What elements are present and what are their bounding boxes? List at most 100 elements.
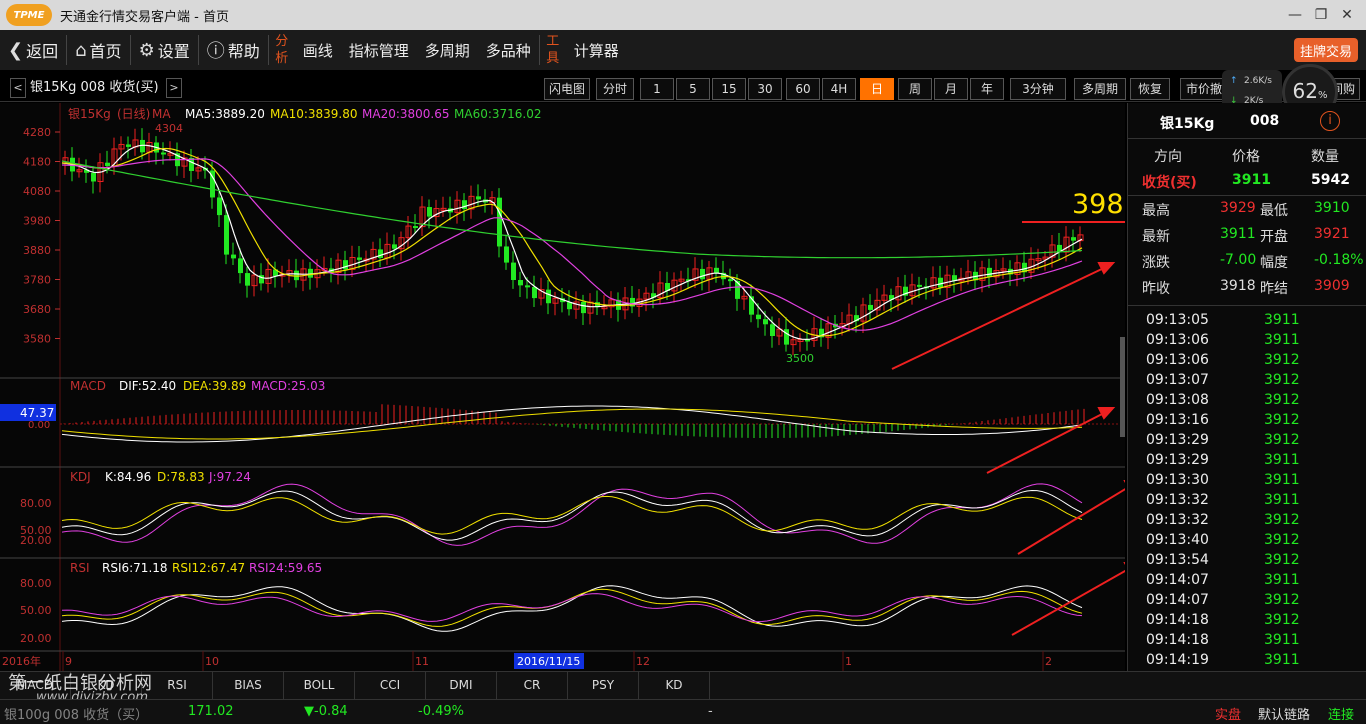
tick-time: 09:13:05 bbox=[1146, 312, 1209, 328]
kdj-j-line bbox=[61, 483, 1083, 546]
back-label: 返回 bbox=[26, 42, 59, 61]
rsi-legend-r6: RSI6:71.18 bbox=[102, 561, 168, 575]
close-icon[interactable]: ✕ bbox=[1336, 4, 1358, 26]
price-tick-label: 3980 bbox=[23, 215, 51, 228]
osc-tick-label: 20.00 bbox=[20, 534, 52, 547]
multi-product-button[interactable]: 多品种 bbox=[478, 30, 539, 70]
indicator-tab[interactable]: RSI bbox=[142, 672, 213, 699]
candle-body bbox=[511, 262, 516, 281]
chart-scroll-handle[interactable] bbox=[1120, 337, 1125, 437]
period-button[interactable]: 30 bbox=[748, 78, 782, 100]
osc-tick-label: 80.00 bbox=[20, 497, 52, 510]
rsi-legend-r12: RSI12:67.47 bbox=[172, 561, 245, 575]
tick-row: 09:14:19 3911 bbox=[1146, 652, 1366, 672]
price-tick-label: 3880 bbox=[23, 244, 51, 257]
tick-time: 09:13:08 bbox=[1146, 392, 1209, 408]
period-button[interactable]: 15 bbox=[712, 78, 746, 100]
period-button[interactable]: 周 bbox=[898, 78, 932, 100]
help-button[interactable]: ⓘ 帮助 bbox=[199, 30, 268, 70]
candle-body bbox=[392, 244, 397, 249]
home-icon: ⌂ bbox=[75, 39, 87, 61]
price-tick-label: 4180 bbox=[23, 156, 51, 169]
quote-symbol: 银15Kg bbox=[1160, 116, 1215, 132]
gauge-value: 62 bbox=[1292, 79, 1318, 103]
calculator-button[interactable]: 计算器 bbox=[566, 30, 627, 70]
restore-icon[interactable]: ❐ bbox=[1310, 4, 1332, 26]
tick-price: 3911 bbox=[1264, 632, 1300, 648]
candle-body bbox=[413, 226, 418, 229]
order-price: 3911 bbox=[1232, 172, 1271, 188]
candle-body bbox=[140, 139, 145, 153]
prev-symbol-button[interactable]: < bbox=[10, 78, 26, 98]
indicator-tab[interactable]: PSY bbox=[568, 672, 639, 699]
status-percent: -0.49% bbox=[418, 704, 464, 719]
candle-body bbox=[91, 172, 96, 182]
macd-legend-name: MACD bbox=[70, 379, 106, 393]
indicator-tab[interactable]: BOLL bbox=[284, 672, 355, 699]
candle-body bbox=[756, 314, 761, 320]
period-button[interactable]: 1 bbox=[640, 78, 674, 100]
tick-price: 3912 bbox=[1264, 612, 1300, 628]
indicator-tab[interactable]: KD bbox=[639, 672, 710, 699]
kline-chart-area[interactable]: 4280 4180 4080 3980 3880 3780 3680 3580 80.00 50… bbox=[0, 103, 1155, 671]
indicator-tab[interactable]: BIAS bbox=[213, 672, 284, 699]
period-button[interactable]: 月 bbox=[934, 78, 968, 100]
chart-period-bar: < 银15Kg 008 收货(买) > 闪电图 分时 1 5 15 30 60 4H 日周月年 3… bbox=[0, 74, 1366, 102]
quote-field: 涨跌 bbox=[1142, 255, 1170, 271]
indicator-tab[interactable]: CCI bbox=[355, 672, 426, 699]
candle-body bbox=[525, 285, 530, 288]
minimize-icon[interactable]: — bbox=[1284, 4, 1306, 26]
indicator-tab[interactable]: DMI bbox=[426, 672, 497, 699]
info-icon[interactable]: i bbox=[1320, 111, 1340, 131]
x-cursor-label: 2016/11/15 bbox=[517, 655, 580, 668]
price-tick-label: 3680 bbox=[23, 303, 51, 316]
period-button[interactable]: 日 bbox=[860, 78, 894, 100]
status-link[interactable]: 默认链路 bbox=[1258, 704, 1310, 723]
period-button[interactable]: 恢复 bbox=[1130, 78, 1170, 100]
tick-time: 09:14:18 bbox=[1146, 612, 1209, 628]
back-button[interactable]: ❮ 返回 bbox=[0, 30, 66, 70]
period-button[interactable]: 闪电图 bbox=[544, 78, 590, 100]
tick-time: 09:13:30 bbox=[1146, 472, 1209, 488]
legend-ma10: MA10:3839.80 bbox=[270, 107, 358, 121]
status-mode[interactable]: 实盘 bbox=[1215, 704, 1241, 723]
tick-row: 09:13:05 3911 bbox=[1146, 312, 1366, 332]
tick-row: 09:13:08 3912 bbox=[1146, 392, 1366, 412]
candle-body bbox=[357, 257, 362, 260]
macd-cursor-value: 47.37 bbox=[20, 406, 54, 420]
help-icon: ⓘ bbox=[206, 41, 225, 62]
macd-zero-label: 0.00 bbox=[28, 420, 50, 431]
period-button[interactable]: 3分钟 bbox=[1010, 78, 1066, 100]
quote-field: -0.18% bbox=[1314, 252, 1364, 268]
period-button[interactable]: 4H bbox=[822, 78, 856, 100]
kline-chart-svg[interactable]: 4280 4180 4080 3980 3880 3780 3680 3580 80.00 50… bbox=[0, 103, 1155, 671]
status-symbol: 银100g 008 收货（买） bbox=[4, 708, 149, 723]
period-button[interactable]: 市价撤 bbox=[1180, 78, 1228, 100]
listing-trade-button[interactable]: 挂牌交易 bbox=[1294, 38, 1358, 62]
home-button[interactable]: ⌂ 首页 bbox=[67, 30, 129, 70]
candle-body bbox=[581, 301, 586, 314]
tick-row: 09:14:07 3911 bbox=[1146, 572, 1366, 592]
multi-period-button[interactable]: 多周期 bbox=[417, 30, 478, 70]
red-arrowhead bbox=[1097, 407, 1116, 420]
legend-ma5: MA5:3889.20 bbox=[185, 107, 265, 121]
period-button[interactable]: 5 bbox=[676, 78, 710, 100]
app-logo: TPME bbox=[6, 4, 52, 26]
period-button[interactable]: 年 bbox=[970, 78, 1004, 100]
analyze-char: 析 bbox=[275, 51, 289, 66]
next-symbol-button[interactable]: > bbox=[166, 78, 182, 98]
indicator-manage-button[interactable]: 指标管理 bbox=[341, 30, 417, 70]
candle-body bbox=[497, 197, 502, 247]
period-button[interactable]: 60 bbox=[786, 78, 820, 100]
price-tick-label: 3780 bbox=[23, 274, 51, 287]
status-connection: 连接 bbox=[1328, 708, 1355, 723]
tick-time: 09:13:32 bbox=[1146, 492, 1209, 508]
tools-char: 工 bbox=[546, 34, 560, 49]
period-button[interactable]: 多周期 bbox=[1074, 78, 1126, 100]
period-button[interactable]: 分时 bbox=[596, 78, 634, 100]
indicator-tab[interactable]: CR bbox=[497, 672, 568, 699]
settings-button[interactable]: ⚙ 设置 bbox=[131, 30, 198, 70]
draw-line-button[interactable]: 画线 bbox=[295, 30, 341, 70]
candle-body bbox=[770, 324, 775, 336]
candle-body bbox=[224, 215, 229, 255]
